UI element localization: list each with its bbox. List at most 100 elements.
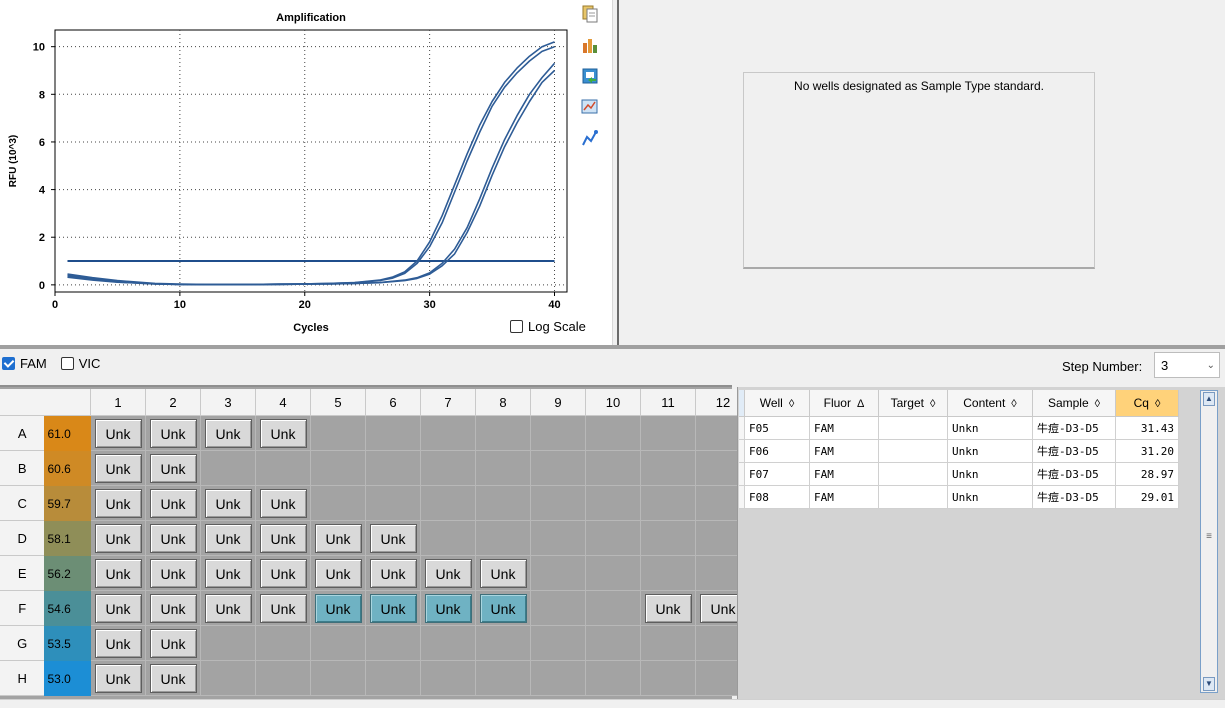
sort-icon[interactable]: Δ <box>857 398 864 410</box>
well-content-label[interactable]: Unk <box>369 523 417 553</box>
well-content-label[interactable]: Unk <box>479 558 527 588</box>
plate-well-empty[interactable] <box>531 486 586 521</box>
well-content-label[interactable]: Unk <box>204 593 252 623</box>
plate-column-header[interactable]: 4 <box>256 389 311 416</box>
step-number-select[interactable]: 3 ⌄ <box>1154 352 1220 378</box>
plate-well[interactable]: Unk <box>311 591 366 626</box>
plate-well[interactable]: Unk <box>201 556 256 591</box>
plate-well-empty[interactable] <box>366 486 421 521</box>
well-content-label[interactable]: Unk <box>94 418 142 448</box>
well-content-label[interactable]: Unk <box>149 593 197 623</box>
plate-well-empty[interactable] <box>311 626 366 661</box>
plate-well-empty[interactable] <box>256 626 311 661</box>
plate-well-empty[interactable] <box>641 521 696 556</box>
plate-well-empty[interactable] <box>476 626 531 661</box>
well-content-label[interactable]: Unk <box>424 593 472 623</box>
plate-row-header[interactable]: H <box>0 661 45 696</box>
plate-row-header[interactable]: D <box>0 521 45 556</box>
chart-settings-icon[interactable] <box>580 128 600 148</box>
plate-well-empty[interactable] <box>421 416 476 451</box>
plate-well-empty[interactable] <box>421 626 476 661</box>
plate-well[interactable]: Unk <box>91 626 146 661</box>
well-content-label[interactable]: Unk <box>369 558 417 588</box>
plate-well[interactable]: Unk <box>91 521 146 556</box>
plate-well-empty[interactable] <box>421 661 476 696</box>
well-content-label[interactable]: Unk <box>204 488 252 518</box>
well-content-label[interactable]: Unk <box>149 488 197 518</box>
plate-well[interactable]: Unk <box>146 451 201 486</box>
plate-well-empty[interactable] <box>531 591 586 626</box>
sort-icon[interactable]: ◊ <box>1155 398 1160 410</box>
plate-well-empty[interactable] <box>366 661 421 696</box>
plate-well-empty[interactable] <box>201 661 256 696</box>
well-content-label[interactable]: Unk <box>94 663 142 693</box>
plate-well-empty[interactable] <box>421 451 476 486</box>
vertical-splitter-bar[interactable] <box>617 0 619 345</box>
plate-well[interactable]: Unk <box>256 556 311 591</box>
plate-well-empty[interactable] <box>531 556 586 591</box>
plate-row-header[interactable]: C <box>0 486 45 521</box>
plate-well[interactable]: Unk <box>146 416 201 451</box>
horizontal-splitter[interactable] <box>0 345 1225 349</box>
plate-column-header[interactable]: 5 <box>311 389 366 416</box>
plate-well[interactable]: Unk <box>91 556 146 591</box>
results-column-header[interactable]: Target ◊ <box>878 390 948 417</box>
plate-well-empty[interactable] <box>586 451 641 486</box>
plate-well-empty[interactable] <box>531 626 586 661</box>
fam-check-icon[interactable] <box>2 356 15 370</box>
plate-well[interactable]: Unk <box>91 661 146 696</box>
well-content-label[interactable]: Unk <box>259 523 307 553</box>
plate-well[interactable]: Unk <box>256 591 311 626</box>
plate-well[interactable]: Unk <box>256 486 311 521</box>
plate-well[interactable]: Unk <box>146 591 201 626</box>
plate-well-empty[interactable] <box>476 521 531 556</box>
well-content-label[interactable]: Unk <box>149 663 197 693</box>
plate-well-empty[interactable] <box>531 521 586 556</box>
plate-well-empty[interactable] <box>586 661 641 696</box>
well-content-label[interactable]: Unk <box>94 453 142 483</box>
log-scale-checkbox[interactable]: Log Scale <box>510 319 586 334</box>
plate-column-header[interactable]: 7 <box>421 389 476 416</box>
zoom-chart-icon[interactable] <box>580 97 600 117</box>
plate-well-empty[interactable] <box>586 591 641 626</box>
plate-well-empty[interactable] <box>586 416 641 451</box>
plate-well-empty[interactable] <box>311 451 366 486</box>
scroll-grip-icon[interactable]: ≡ <box>1203 531 1215 547</box>
copy-icon[interactable] <box>580 4 600 24</box>
plate-well[interactable]: Unk <box>311 521 366 556</box>
well-content-label[interactable]: Unk <box>369 593 417 623</box>
plate-corner[interactable] <box>0 389 91 416</box>
plate-well-empty[interactable] <box>476 486 531 521</box>
plate-well-empty[interactable] <box>201 451 256 486</box>
well-content-label[interactable]: Unk <box>479 593 527 623</box>
well-content-label[interactable]: Unk <box>94 593 142 623</box>
plate-well-empty[interactable] <box>366 451 421 486</box>
well-content-label[interactable]: Unk <box>149 453 197 483</box>
plate-well[interactable]: Unk <box>146 521 201 556</box>
plate-well-empty[interactable] <box>476 451 531 486</box>
well-content-label[interactable]: Unk <box>94 628 142 658</box>
plate-well[interactable]: Unk <box>201 416 256 451</box>
plate-column-header[interactable]: 3 <box>201 389 256 416</box>
plate-well-empty[interactable] <box>586 486 641 521</box>
scroll-down-icon[interactable]: ▼ <box>1203 677 1215 691</box>
sort-icon[interactable]: ◊ <box>1011 398 1016 410</box>
plate-well[interactable]: Unk <box>366 556 421 591</box>
plate-column-header[interactable]: 6 <box>366 389 421 416</box>
scroll-up-icon[interactable]: ▲ <box>1203 392 1215 406</box>
results-row[interactable]: F05 FAM Unkn 牛痘-D3-D5 31.43 <box>739 416 1179 440</box>
amplification-chart[interactable]: Amplification 0 10 20 30 40 0 2 4 6 8 10 Cycles RFU (… <box>0 0 578 345</box>
plate-well-empty[interactable] <box>531 451 586 486</box>
plate-well[interactable]: Unk <box>91 486 146 521</box>
plate-well[interactable]: Unk <box>201 591 256 626</box>
plate-well-empty[interactable] <box>586 626 641 661</box>
plate-well[interactable]: Unk <box>146 486 201 521</box>
results-column-header[interactable]: Fluor Δ <box>809 390 879 417</box>
well-content-label[interactable]: Unk <box>204 523 252 553</box>
plate-well-empty[interactable] <box>366 416 421 451</box>
well-content-label[interactable]: Unk <box>149 628 197 658</box>
well-content-label[interactable]: Unk <box>149 418 197 448</box>
plate-row-header[interactable]: B <box>0 451 45 486</box>
plate-well[interactable]: Unk <box>91 416 146 451</box>
plate-well[interactable]: Unk <box>366 521 421 556</box>
